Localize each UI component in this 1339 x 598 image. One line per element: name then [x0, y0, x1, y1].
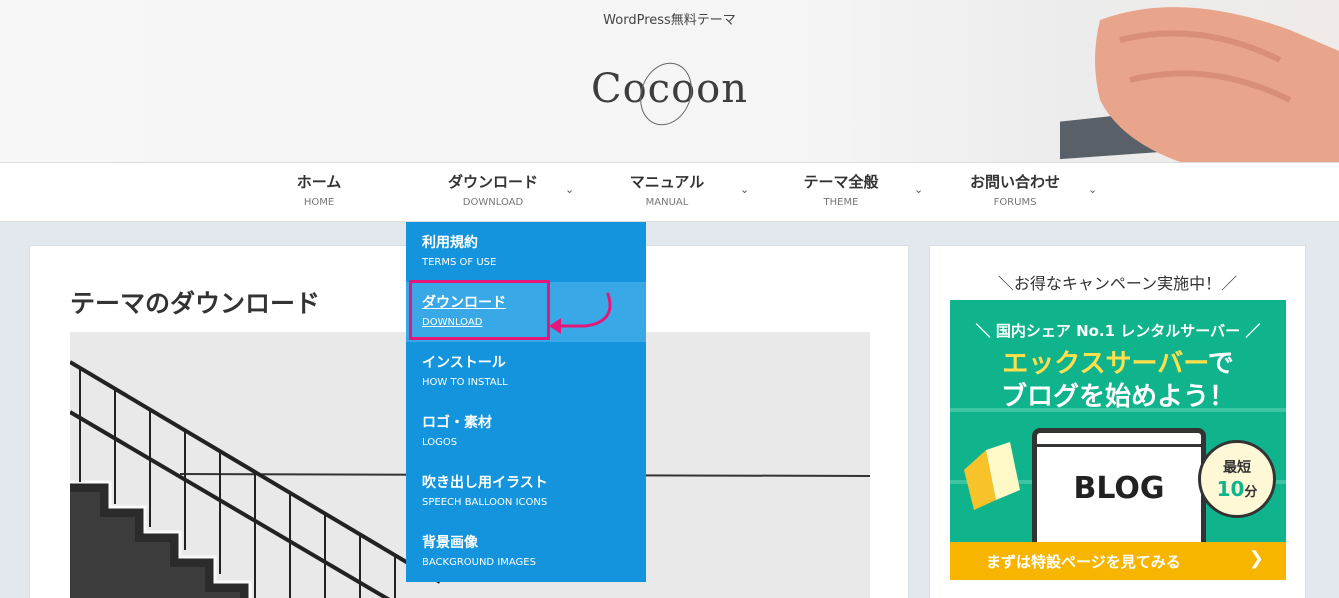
- nav-sublabel: DOWNLOAD: [462, 197, 524, 208]
- dropdown-label: インストール: [422, 355, 506, 371]
- chevron-down-icon[interactable]: ⌄: [740, 183, 749, 196]
- dropdown-label: 利用規約: [422, 235, 478, 251]
- bubble-number: 10: [1216, 477, 1245, 501]
- dropdown-sublabel: SPEECH BALLOON ICONS: [422, 497, 548, 508]
- hand-pencil-image: [1060, 7, 1339, 162]
- nav-item-forums[interactable]: お問い合わせ FORUMS: [962, 171, 1068, 217]
- chevron-right-icon: ❯: [1248, 548, 1264, 569]
- dropdown-label: 吹き出し用イラスト: [422, 475, 548, 491]
- nav-sublabel: FORUMS: [993, 197, 1037, 208]
- chevron-down-icon[interactable]: ⌄: [565, 183, 574, 196]
- chevron-down-icon[interactable]: ⌄: [914, 183, 923, 196]
- bubble-top-text: 最短: [1223, 460, 1251, 476]
- nav-item-manual[interactable]: マニュアル MANUAL: [622, 171, 712, 217]
- sidebar-widget: ＼お得なキャンペーン実施中！／ ＼ 国内シェア No.1 レンタルサーバー ／ …: [929, 245, 1306, 598]
- nav-label: マニュアル: [629, 173, 705, 191]
- dropdown-label: 背景画像: [422, 535, 478, 551]
- banner-tagline: ＼ 国内シェア No.1 レンタルサーバー ／: [975, 322, 1261, 340]
- download-dropdown-menu: 利用規約 TERMS OF USE ダウンロード DOWNLOAD インストール…: [406, 222, 646, 582]
- speech-bubble: 最短 10分: [1198, 440, 1276, 518]
- nav-sublabel: THEME: [823, 197, 859, 208]
- global-nav: ホーム HOME ダウンロード DOWNLOAD ⌄ マニュアル MANUAL …: [0, 162, 1339, 222]
- nav-sublabel: HOME: [303, 197, 335, 208]
- dropdown-item-balloon-icons[interactable]: 吹き出し用イラスト SPEECH BALLOON ICONS: [406, 462, 646, 522]
- cta-label: まずは特設ページを見てみる: [986, 553, 1181, 571]
- banner-headline: エックスサーバーで ブログを始めよう！: [950, 348, 1286, 414]
- dropdown-sublabel: TERMS OF USE: [422, 257, 497, 268]
- nav-label: テーマ全般: [803, 173, 879, 191]
- banner-cta-button[interactable]: まずは特設ページを見てみる ❯: [950, 542, 1286, 580]
- dropdown-item-install[interactable]: インストール HOW TO INSTALL: [406, 342, 646, 402]
- nav-label: ホーム: [296, 173, 342, 191]
- blog-screen-text: BLOG: [1073, 471, 1165, 506]
- banner-brand: エックスサーバー: [1002, 349, 1208, 379]
- nav-item-download[interactable]: ダウンロード DOWNLOAD: [440, 171, 546, 217]
- dropdown-label: ロゴ・素材: [422, 415, 492, 431]
- banner-line2: ブログを始めよう！: [1000, 382, 1235, 412]
- browser-toolbar: [1037, 433, 1201, 447]
- campaign-heading: ＼お得なキャンペーン実施中！／: [997, 274, 1238, 293]
- banner-brand-suffix: で: [1207, 349, 1234, 379]
- dropdown-sublabel: BACKGROUND IMAGES: [422, 557, 536, 568]
- nav-label: ダウンロード: [447, 173, 538, 191]
- nav-item-theme[interactable]: テーマ全般 THEME: [796, 171, 886, 217]
- nav-item-home[interactable]: ホーム HOME: [290, 171, 348, 217]
- bubble-unit: 分: [1244, 485, 1258, 500]
- dropdown-item-terms[interactable]: 利用規約 TERMS OF USE: [406, 222, 646, 282]
- nav-label: お問い合わせ: [969, 173, 1060, 191]
- dropdown-item-backgrounds[interactable]: 背景画像 BACKGROUND IMAGES: [406, 522, 646, 582]
- site-header: WordPress無料テーマ Cocoon: [0, 0, 1339, 162]
- xserver-ad-banner[interactable]: ＼ 国内シェア No.1 レンタルサーバー ／ エックスサーバーで ブログを始め…: [950, 300, 1286, 580]
- bubble-time: 10分: [1201, 477, 1273, 501]
- dropdown-item-logos[interactable]: ロゴ・素材 LOGOS: [406, 402, 646, 462]
- annotation-arrow-icon: [549, 292, 612, 334]
- chevron-down-icon[interactable]: ⌄: [1088, 183, 1097, 196]
- nav-sublabel: MANUAL: [645, 197, 689, 208]
- page-title: テーマのダウンロード: [70, 289, 321, 318]
- dropdown-sublabel: LOGOS: [422, 437, 458, 448]
- browser-window-illustration: BLOG: [1032, 428, 1206, 542]
- dropdown-sublabel: HOW TO INSTALL: [422, 377, 508, 388]
- annotation-highlight-box: [409, 280, 550, 340]
